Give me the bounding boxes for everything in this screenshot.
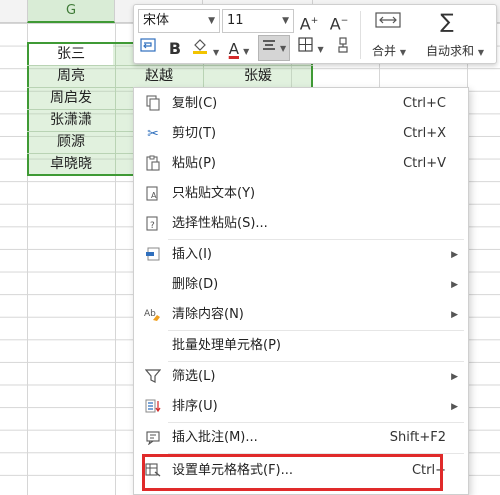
menu-item-batch[interactable]: 批量处理单元格(P) <box>134 331 468 361</box>
wrap-text-icon[interactable] <box>138 37 158 61</box>
menu-item-copy[interactable]: 复制(C) Ctrl+C <box>134 89 468 119</box>
menu-item-paste[interactable]: 粘贴(P) Ctrl+V <box>134 149 468 179</box>
menu-item-filter[interactable]: 筛选(L) ▶ <box>134 362 468 392</box>
menu-label: 排序(U) <box>172 399 218 414</box>
sum-icon[interactable]: ∑ <box>434 9 460 33</box>
font-size-dropdown[interactable]: 11 ▼ <box>222 9 294 33</box>
chevron-down-icon: ▼ <box>243 47 250 56</box>
menu-item-paste-special[interactable]: ? 选择性粘贴(S)... <box>134 209 468 239</box>
filter-icon <box>144 368 162 386</box>
paste-special-icon: ? <box>144 215 162 233</box>
menu-shortcut: Ctrl+X <box>403 126 446 141</box>
column-header-g[interactable]: G <box>27 0 115 23</box>
cell-g2[interactable]: 周亮 <box>27 65 115 87</box>
menu-item-paste-text[interactable]: A 只粘贴文本(Y) <box>134 179 468 209</box>
menu-label: 复制(C) <box>172 96 218 111</box>
menu-label: 批量处理单元格(P) <box>172 338 281 353</box>
bold-button[interactable]: B <box>164 37 186 61</box>
chevron-right-icon: ▶ <box>451 402 458 412</box>
copy-icon <box>144 95 162 113</box>
comment-icon <box>144 429 162 447</box>
borders-icon <box>298 37 313 52</box>
paste-icon <box>144 155 162 173</box>
format-painter-icon[interactable] <box>332 37 354 61</box>
menu-label: 插入(I) <box>172 247 212 262</box>
cell-i2[interactable]: 张媛 <box>203 65 313 87</box>
font-size-value: 11 <box>227 13 244 28</box>
fill-bucket-icon <box>192 39 207 54</box>
svg-text:A: A <box>151 191 157 200</box>
chevron-right-icon: ▶ <box>451 310 458 320</box>
cell-h2[interactable]: 赵越 <box>115 65 203 87</box>
grid-line <box>115 44 116 174</box>
menu-item-clear[interactable]: Ab 清除内容(N) ▶ <box>134 300 468 330</box>
chevron-down-icon: ▼ <box>208 16 215 26</box>
svg-text:Ab: Ab <box>144 309 156 319</box>
menu-label: 删除(D) <box>172 277 219 292</box>
menu-shortcut: Ctrl+C <box>402 96 446 111</box>
menu-item-insert[interactable]: 插入(I) ▶ <box>134 240 468 270</box>
context-menu: 复制(C) Ctrl+C ✂ 剪切(T) Ctrl+X 粘贴(P) Ctrl+V… <box>133 87 469 495</box>
toolbar-divider <box>360 11 361 59</box>
scissors-icon: ✂ <box>147 126 159 142</box>
decrease-font-icon[interactable]: A− <box>328 9 350 33</box>
mini-toolbar: 宋体 ▼ 11 ▼ A+ A− B ▼ A ▼ ▼ ▼ 合并 ▼ ∑ 自动求和 … <box>133 4 497 64</box>
highlight-annotation <box>142 454 443 491</box>
menu-label: 只粘贴文本(Y) <box>172 186 256 201</box>
font-name-value: 宋体 <box>143 13 170 28</box>
menu-shortcut: Shift+F2 <box>389 430 446 445</box>
cell-g4[interactable]: 张潇潇 <box>27 109 115 131</box>
sort-icon <box>144 398 162 416</box>
cell-g5[interactable]: 顾源 <box>27 131 115 153</box>
menu-shortcut: Ctrl+V <box>403 156 446 171</box>
menu-item-delete[interactable]: 删除(D) ▶ <box>134 270 468 300</box>
menu-item-cut[interactable]: ✂ 剪切(T) Ctrl+X <box>134 119 468 149</box>
menu-item-comment[interactable]: 插入批注(M)... Shift+F2 <box>134 423 468 453</box>
clear-icon: Ab <box>144 306 162 324</box>
svg-text:?: ? <box>150 221 155 231</box>
increase-font-icon[interactable]: A+ <box>298 9 320 33</box>
merge-label: 合并 <box>372 44 397 58</box>
menu-label: 剪切(T) <box>172 126 217 141</box>
menu-label: 筛选(L) <box>172 369 216 384</box>
chevron-down-icon: ▼ <box>212 48 220 57</box>
chevron-right-icon: ▶ <box>451 250 458 260</box>
chevron-right-icon: ▶ <box>451 372 458 382</box>
chevron-down-icon: ▼ <box>279 44 287 53</box>
autosum-button[interactable]: 自动求和 ▼ <box>416 39 494 63</box>
merge-icon[interactable] <box>366 11 410 33</box>
align-center-button[interactable]: ▼ <box>258 35 290 61</box>
insert-icon <box>144 246 162 264</box>
chevron-right-icon: ▶ <box>451 280 458 290</box>
merge-button[interactable]: 合并 ▼ <box>364 39 414 63</box>
font-color-letter: A <box>228 40 239 58</box>
paste-text-icon: A <box>144 185 162 203</box>
autosum-label: 自动求和 <box>426 44 475 58</box>
align-center-icon <box>262 40 275 50</box>
cell-g3[interactable]: 周启发 <box>27 87 115 109</box>
chevron-down-icon: ▼ <box>399 48 406 57</box>
menu-label: 粘贴(P) <box>172 156 216 171</box>
font-name-dropdown[interactable]: 宋体 ▼ <box>138 9 220 33</box>
menu-item-sort[interactable]: 排序(U) ▶ <box>134 392 468 422</box>
chevron-down-icon: ▼ <box>317 45 324 54</box>
chevron-down-icon: ▼ <box>282 16 289 26</box>
fill-color-button[interactable]: ▼ <box>190 37 220 61</box>
menu-label: 选择性粘贴(S)... <box>172 216 268 231</box>
cell-g1[interactable]: 张三 <box>27 43 115 65</box>
cell-g6[interactable]: 卓晓晓 <box>27 153 115 175</box>
chevron-down-icon: ▼ <box>477 48 484 57</box>
borders-button[interactable]: ▼ <box>296 37 326 61</box>
menu-label: 清除内容(N) <box>172 307 244 322</box>
menu-label: 插入批注(M)... <box>172 430 258 445</box>
font-color-button[interactable]: A ▼ <box>224 37 254 61</box>
